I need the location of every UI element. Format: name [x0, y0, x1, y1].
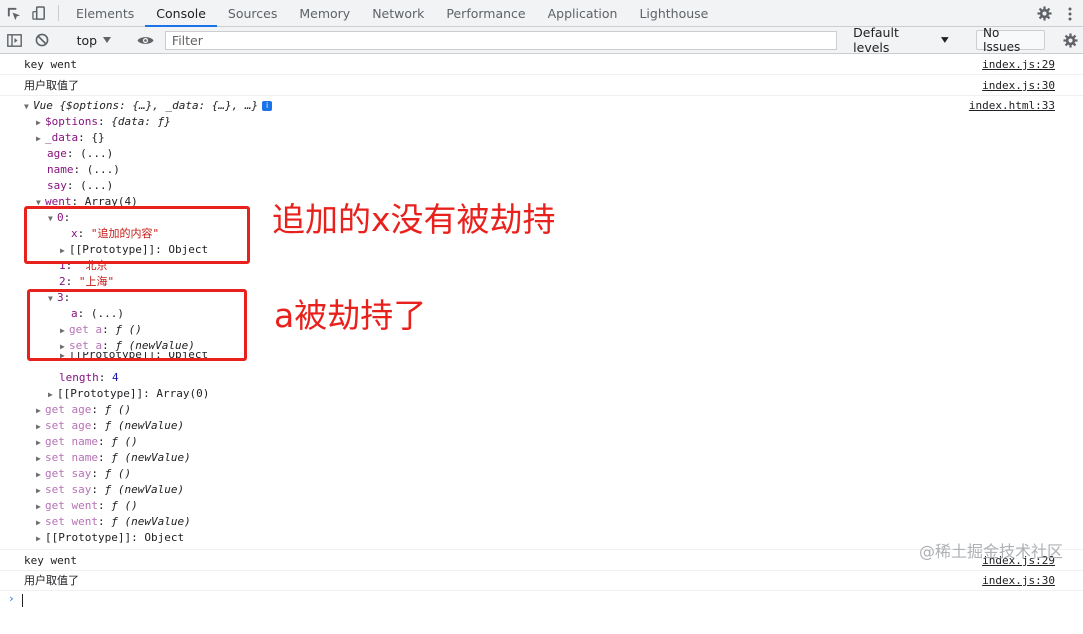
- message-text: key went: [24, 58, 77, 71]
- tree-row-length[interactable]: length: 4: [59, 370, 119, 386]
- message-text: key went: [24, 554, 77, 567]
- tree-row-get-went[interactable]: ▶ get went: ƒ (): [36, 498, 138, 514]
- tree-row-options[interactable]: ▶ $options: {data: ƒ}: [36, 114, 171, 130]
- console-settings-gear-icon[interactable]: [1058, 32, 1083, 48]
- show-sidebar-icon[interactable]: [0, 33, 29, 47]
- device-toolbar-icon[interactable]: [26, 0, 52, 26]
- source-link[interactable]: index.html:33: [969, 98, 1055, 114]
- tree-row-get-name[interactable]: ▶ get name: ƒ (): [36, 434, 138, 450]
- annotation-box-unhijacked: [24, 206, 250, 264]
- vue-object-header[interactable]: ▼ Vue {$options: {…}, _data: {…}, …} i: [24, 98, 273, 114]
- collapsed-triangle-icon: ▶: [36, 518, 41, 527]
- tree-row-set-went[interactable]: ▶ set went: ƒ (newValue): [36, 514, 191, 530]
- collapsed-triangle-icon: ▶: [36, 502, 41, 511]
- more-options-icon[interactable]: [1057, 0, 1083, 27]
- collapsed-triangle-icon: ▶: [36, 470, 41, 479]
- info-icon[interactable]: i: [262, 101, 273, 111]
- tree-row-age[interactable]: age: (...): [47, 146, 113, 162]
- tree-row-data[interactable]: ▶ _data: {}: [36, 130, 105, 146]
- console-object-message: index.html:33 ▼ Vue {$options: {…}, _data…: [0, 96, 1083, 550]
- annotation-box-hijacked: [27, 289, 247, 361]
- tree-row-name[interactable]: name: (...): [47, 162, 120, 178]
- inspect-element-icon[interactable]: [0, 0, 26, 26]
- message-text: 用户取值了: [24, 574, 79, 587]
- context-selector[interactable]: top: [69, 33, 119, 48]
- annotation-note-unhijacked: 追加的x没有被劫持: [272, 200, 556, 239]
- devtools-tab-bar: Elements Console Sources Memory Network …: [0, 0, 1083, 27]
- dropdown-arrow-icon: [941, 37, 950, 43]
- settings-gear-icon[interactable]: [1031, 0, 1057, 27]
- collapsed-triangle-icon: ▶: [36, 534, 41, 543]
- source-link[interactable]: index.js:30: [982, 75, 1055, 96]
- tree-row-went-prototype[interactable]: ▶ [[Prototype]]: Array(0): [48, 386, 209, 402]
- console-message: key went index.js:29: [0, 54, 1083, 75]
- collapsed-triangle-icon: ▶: [36, 118, 41, 127]
- tree-row-get-age[interactable]: ▶ get age: ƒ (): [36, 402, 131, 418]
- tab-network[interactable]: Network: [361, 0, 435, 26]
- source-link[interactable]: index.js:30: [982, 570, 1055, 591]
- filter-input[interactable]: [164, 30, 838, 50]
- tab-console[interactable]: Console: [145, 0, 217, 27]
- tab-separator: [58, 5, 59, 21]
- live-expression-eye-icon[interactable]: [132, 35, 159, 46]
- text-cursor: [22, 594, 23, 607]
- console-prompt[interactable]: ›: [0, 590, 1083, 610]
- log-levels-dropdown[interactable]: Default levels: [845, 25, 957, 55]
- tab-memory[interactable]: Memory: [288, 0, 361, 26]
- collapsed-triangle-icon: ▶: [36, 454, 41, 463]
- prompt-chevron-icon: ›: [8, 592, 15, 605]
- tab-application[interactable]: Application: [537, 0, 629, 26]
- collapsed-triangle-icon: ▶: [36, 438, 41, 447]
- tab-bar-actions: [1031, 0, 1083, 27]
- tab-elements[interactable]: Elements: [65, 0, 145, 26]
- tree-row-set-say[interactable]: ▶ set say: ƒ (newValue): [36, 482, 184, 498]
- tab-sources[interactable]: Sources: [217, 0, 288, 26]
- tree-row-vue-prototype[interactable]: ▶ [[Prototype]]: Object: [36, 530, 184, 546]
- tree-row-item-2[interactable]: 2: "上海": [59, 274, 114, 290]
- tree-row-set-name[interactable]: ▶ set name: ƒ (newValue): [36, 450, 191, 466]
- collapsed-triangle-icon: ▶: [36, 486, 41, 495]
- tab-lighthouse[interactable]: Lighthouse: [628, 0, 719, 26]
- console-toolbar: top Default levels No Issues: [0, 25, 1083, 55]
- collapsed-triangle-icon: ▶: [36, 422, 41, 431]
- collapsed-triangle-icon: ▶: [36, 406, 41, 415]
- issues-button[interactable]: No Issues: [975, 26, 1046, 54]
- annotation-note-hijacked: a被劫持了: [274, 296, 427, 335]
- console-message: 用户取值了 index.js:30: [0, 75, 1083, 96]
- dropdown-arrow-icon: [103, 37, 112, 43]
- collapsed-triangle-icon: ▶: [36, 134, 41, 143]
- watermark: @稀土掘金技术社区: [918, 542, 1063, 561]
- tree-row-get-say[interactable]: ▶ get say: ƒ (): [36, 466, 131, 482]
- tree-row-say[interactable]: say: (...): [47, 178, 113, 194]
- expanded-triangle-icon: ▼: [24, 102, 29, 111]
- clear-console-icon[interactable]: [29, 33, 56, 47]
- console-message: 用户取值了 index.js:30: [0, 570, 1083, 591]
- collapsed-triangle-icon: ▶: [48, 390, 53, 399]
- tree-row-set-age[interactable]: ▶ set age: ƒ (newValue): [36, 418, 184, 434]
- source-link[interactable]: index.js:29: [982, 54, 1055, 75]
- tab-performance[interactable]: Performance: [435, 0, 536, 26]
- message-text: 用户取值了: [24, 79, 79, 92]
